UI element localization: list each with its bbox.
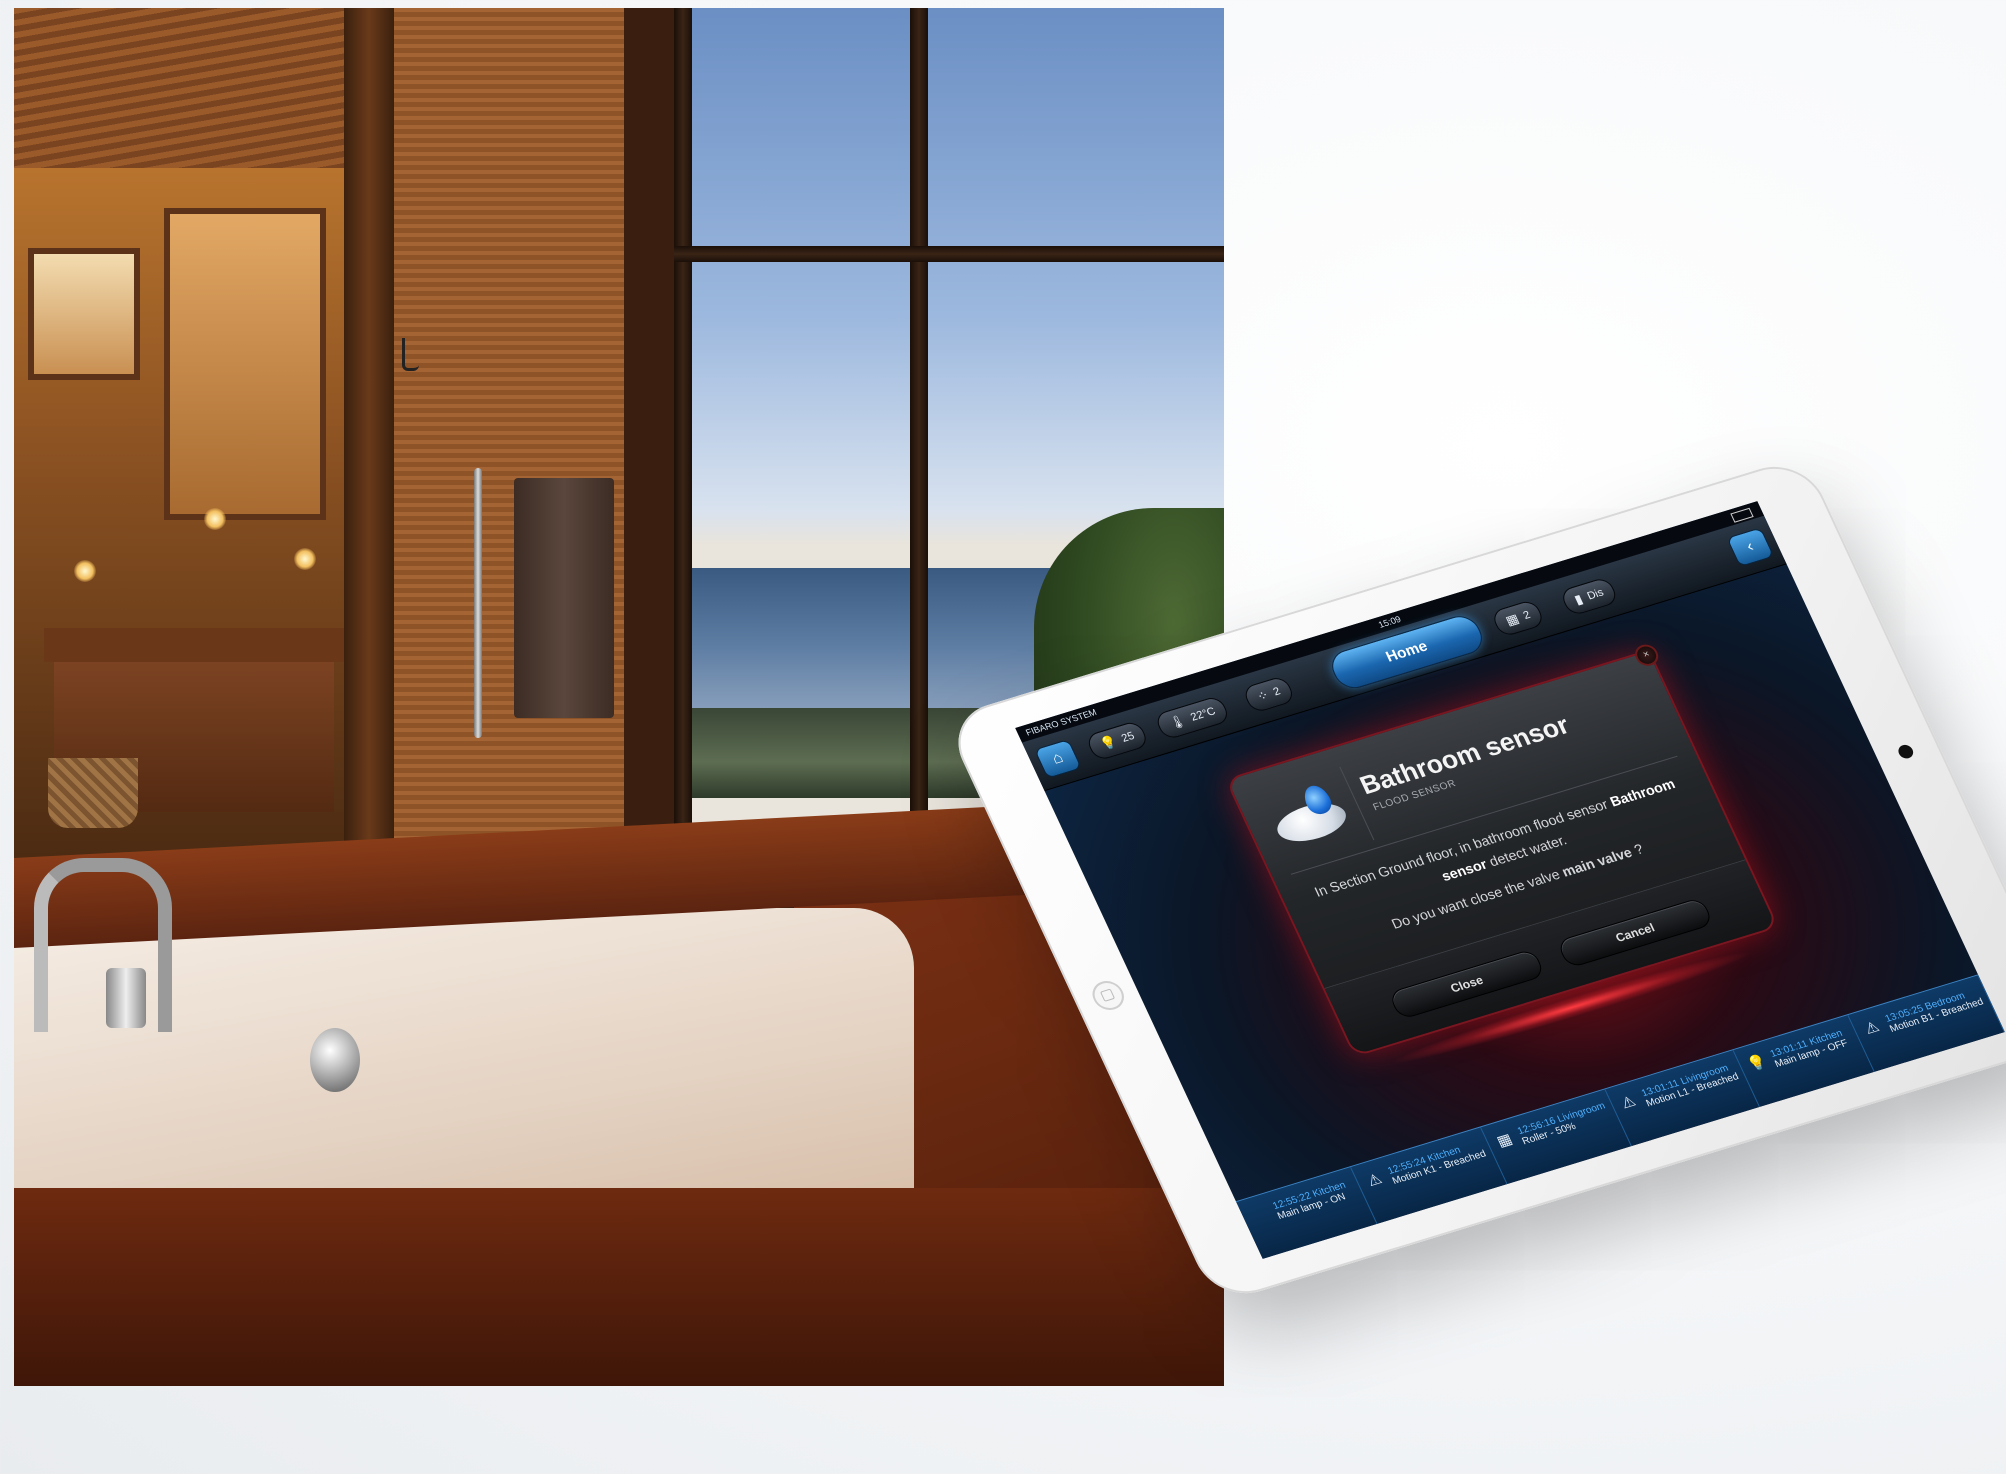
- cancel-button[interactable]: Cancel: [1556, 896, 1715, 969]
- lamp-light: [204, 508, 226, 530]
- event-item[interactable]: 💡 13:01:11 Kitchen Main lamp - OFF: [1733, 1014, 1876, 1107]
- event-item[interactable]: ⚠ 13:01:11 Livingroom Motion L1 - Breache…: [1604, 1050, 1761, 1147]
- wood-wall: [374, 8, 624, 928]
- tub-side: [14, 1188, 1224, 1386]
- faucet-base: [106, 968, 146, 1028]
- towel-rail: [474, 468, 482, 738]
- window-frame: [674, 8, 692, 888]
- dialog-title: Bathroom sensor: [1355, 709, 1574, 801]
- camera-icon: [1896, 743, 1916, 761]
- event-item[interactable]: 12:55:22 Kitchen Main lamp - ON: [1236, 1166, 1378, 1259]
- flood-sensor-icon: [1263, 780, 1354, 852]
- motion-icon: ⚠: [1364, 1170, 1385, 1190]
- close-button[interactable]: Close: [1387, 948, 1546, 1021]
- lights-count: 25: [1119, 730, 1137, 745]
- event-item[interactable]: ⚠ 12:55:24 Kitchen Motion K1 - Breached: [1351, 1127, 1508, 1224]
- vanity-counter: [44, 628, 344, 662]
- window-frame: [910, 8, 928, 888]
- wall-hook: [402, 338, 419, 371]
- temperature-pill[interactable]: 🌡 22°C: [1153, 694, 1232, 741]
- motion-icon: ⚠: [1618, 1092, 1639, 1113]
- roller-blind-icon: ▦: [1494, 1130, 1515, 1151]
- home-button[interactable]: [1087, 977, 1129, 1014]
- event-item[interactable]: ▦ 12:56:16 Livingroom Roller - 50%: [1480, 1089, 1632, 1185]
- temperature-value: 22°C: [1188, 705, 1218, 724]
- mirror: [164, 208, 326, 520]
- valve-name: main valve: [1559, 844, 1635, 880]
- house-icon: ⌂: [1049, 749, 1067, 768]
- blinds-pill[interactable]: ▦ 2: [1489, 598, 1547, 638]
- basket: [48, 758, 138, 828]
- doors-status: Dis: [1585, 586, 1606, 603]
- lamp-light: [294, 548, 316, 570]
- lights-pill[interactable]: 💡 25: [1084, 719, 1151, 762]
- lamp-light: [74, 560, 96, 582]
- dialog-close-icon[interactable]: ×: [1631, 641, 1662, 669]
- chevron-left-icon: ‹: [1743, 538, 1757, 556]
- lightbulb-icon: 💡: [1744, 1052, 1770, 1074]
- tub-drain: [310, 1028, 360, 1092]
- towel: [514, 478, 614, 718]
- background-room: [14, 168, 374, 868]
- message-text: In Section Ground floor, in bathroom flo…: [1311, 794, 1615, 900]
- fibaro-logo-button[interactable]: ⌂: [1033, 738, 1083, 779]
- motion-icon: ⚠: [1862, 1018, 1883, 1038]
- lightbulb-icon: 💡: [1097, 733, 1120, 753]
- thermometer-icon: 🌡: [1166, 712, 1189, 732]
- tab-home[interactable]: Home: [1325, 611, 1489, 693]
- door-frame: [344, 8, 394, 928]
- motion-pill[interactable]: ⁘ 2: [1241, 674, 1297, 714]
- faucet: [34, 858, 172, 1032]
- doors-pill[interactable]: ▮ Dis: [1558, 576, 1620, 617]
- window-frame: [674, 246, 1224, 262]
- event-item[interactable]: ⚠ 13:05:25 Bedroom Motion B1 - Breached: [1848, 975, 2005, 1072]
- lightbulb-icon: [1246, 1204, 1274, 1228]
- back-button[interactable]: ‹: [1726, 527, 1775, 568]
- window-pane: [28, 248, 140, 380]
